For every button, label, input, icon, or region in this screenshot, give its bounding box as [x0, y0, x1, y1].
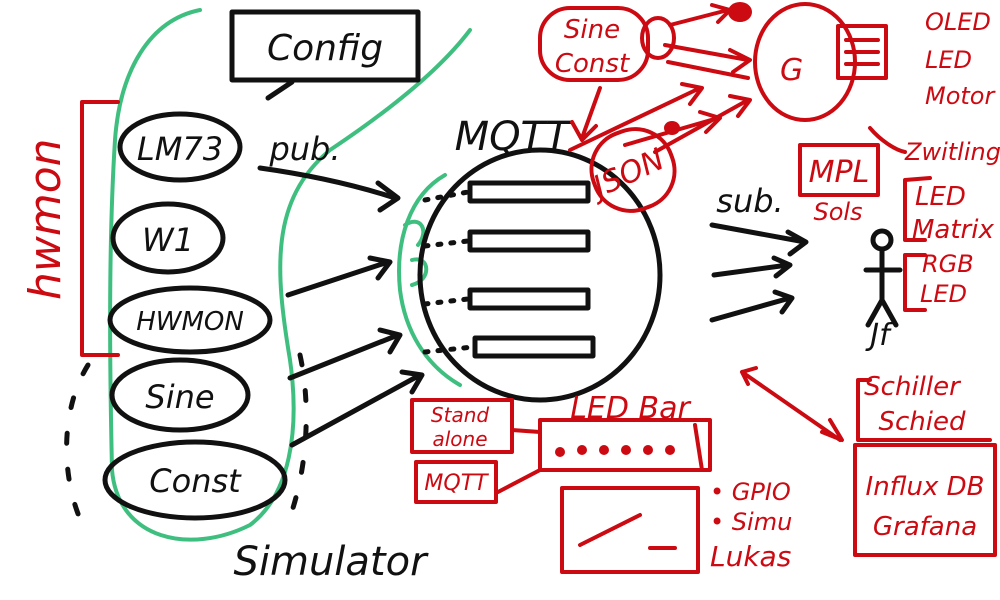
topic-queue-2: [467, 229, 591, 253]
const-label: Const: [149, 462, 242, 500]
sols-label: Sols: [813, 198, 862, 226]
lukas-label: Lukas: [710, 540, 791, 573]
simu-label: • Simu: [710, 508, 792, 536]
red-const-label: Const: [555, 49, 630, 79]
zwitling-link: [868, 126, 907, 154]
sub-label: sub.: [716, 182, 783, 220]
sub-arrow-2: [711, 255, 793, 279]
led-dot: [665, 445, 675, 455]
stand-alone-label-1: Stand: [431, 403, 489, 427]
pub-arrow-3: [287, 327, 403, 381]
schiller-label-1: Schiller: [864, 372, 962, 402]
zwitling-label: Zwitling: [904, 138, 1000, 166]
topic-queue-3: [467, 287, 591, 311]
led-matrix-label-1: LED: [915, 182, 966, 212]
diagram-svg: Config LM73 W1 HWMON Sine Const Simulato…: [20, 2, 1000, 585]
standalone-link: [496, 428, 542, 494]
mqtt-topic-queues: [422, 180, 596, 359]
grafana-label: Grafana: [873, 512, 977, 542]
gauge-box: [560, 486, 700, 574]
controller-mark: G: [780, 53, 803, 88]
topic-queue-4: [472, 335, 596, 359]
config-link: [265, 79, 295, 101]
mpl-label: MPL: [809, 155, 870, 190]
led-dot: [599, 445, 609, 455]
rgb-led-label-1: RGB: [922, 250, 974, 278]
red-arrow-top-left: [668, 3, 732, 27]
gauge-line: [578, 513, 677, 550]
led-dot: [643, 445, 653, 455]
pub-arrow-2: [285, 255, 393, 298]
red-arrow-const-down: [570, 86, 602, 142]
led-dot: [621, 445, 631, 455]
red-sine-label: Sine: [564, 15, 620, 45]
mqtt-small-label: MQTT: [424, 471, 489, 496]
red-dot: [728, 2, 752, 22]
jf-label: Jf: [865, 318, 894, 353]
rgb-led-label-2: LED: [920, 280, 967, 308]
stick-figure: [863, 228, 903, 328]
pub-arrow-1: [257, 165, 401, 213]
config-label: Config: [267, 28, 383, 69]
schiller-label-2: Schied: [878, 407, 965, 437]
led-bar-dots: [555, 445, 675, 457]
led-dot: [577, 445, 587, 455]
topic-queue-1: [467, 180, 591, 204]
sine-label: Sine: [145, 378, 214, 416]
hwmon-label: HWMON: [136, 307, 244, 337]
sub-arrow-3: [709, 289, 795, 323]
influx-label: Influx DB: [866, 472, 985, 502]
simulator-label: Simulator: [233, 539, 429, 585]
w1-label: W1: [142, 221, 194, 259]
pub-label: pub.: [268, 130, 340, 168]
led-bar-brace: [693, 423, 704, 472]
red-dot-2: [664, 121, 680, 135]
oled-label: OLED: [925, 8, 991, 36]
led-dot: [555, 447, 565, 457]
stand-alone-label-2: alone: [432, 427, 487, 451]
led-bar-box: [538, 418, 712, 472]
red-arrow-to-db: [740, 366, 844, 442]
leo-label: LED: [925, 46, 972, 74]
gpio-label: • GPIO: [710, 478, 791, 506]
hwmon-bracket-label: hwmon: [20, 138, 71, 300]
sub-arrow-1: [709, 222, 809, 257]
motor-label: Motor: [925, 82, 996, 110]
led-matrix-label-2: Matrix: [912, 215, 994, 245]
lm73-label: LM73: [137, 130, 223, 168]
whiteboard-canvas: Config LM73 W1 HWMON Sine Const Simulato…: [0, 0, 1000, 600]
pub-arrow-4: [289, 369, 425, 448]
